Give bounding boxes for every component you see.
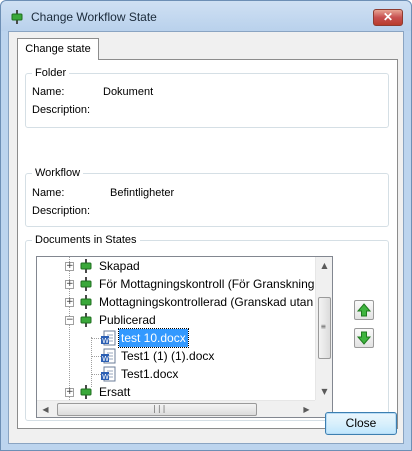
expand-icon[interactable]: +	[65, 280, 74, 289]
tree-item-document[interactable]: W Test1.docx	[37, 365, 315, 383]
tree-item-publicerad[interactable]: − Publicerad	[37, 311, 315, 329]
folder-name-label: Name:	[32, 86, 65, 98]
workflow-legend: Workflow	[32, 167, 84, 179]
dialog-client-area: Change state Folder Name: Dokument Descr…	[8, 31, 404, 444]
tree-item-label: Test1 (1) (1).docx	[121, 349, 215, 363]
tree-viewport: + Skapad + För Mottagningskontroll (För …	[37, 257, 315, 400]
expand-icon[interactable]: +	[65, 388, 74, 397]
scroll-left-icon[interactable]: ◀	[37, 401, 54, 417]
tree-item-label: Skapad	[99, 259, 140, 273]
folder-group: Folder Name: Dokument Description:	[25, 67, 389, 128]
state-icon	[80, 295, 92, 309]
tree-item-mottagningskontrollerad[interactable]: + Mottagningskontrollerad (Granskad utan…	[37, 293, 315, 311]
grip-icon: |||	[152, 404, 167, 413]
documents-legend: Documents in States	[32, 234, 140, 246]
tab-change-state[interactable]: Change state	[17, 38, 99, 60]
state-icon	[80, 385, 92, 399]
scroll-up-icon[interactable]: ▲	[316, 257, 332, 274]
arrow-up-icon	[356, 303, 372, 317]
expand-icon[interactable]: +	[65, 262, 74, 271]
tree-item-ersatt[interactable]: + Ersatt	[37, 383, 315, 400]
tab-page-change-state: Folder Name: Dokument Description: Workf…	[17, 59, 398, 429]
tree-item-label: Test1.docx	[121, 367, 179, 381]
workflow-state-icon	[11, 10, 23, 24]
collapse-icon[interactable]: −	[65, 316, 74, 325]
scroll-right-icon[interactable]: ▶	[298, 401, 315, 417]
expand-icon[interactable]: +	[65, 298, 74, 307]
tree-item-document[interactable]: W test 10.docx	[37, 328, 315, 348]
scroll-down-icon[interactable]: ▼	[316, 383, 332, 400]
tree-item-for-mottagningskontroll[interactable]: + För Mottagningskontroll (För Gransknin…	[37, 275, 315, 293]
window-title: Change Workflow State	[31, 10, 157, 24]
tree-item-label: test 10.docx	[118, 328, 189, 348]
title-bar[interactable]: Change Workflow State ✕	[1, 1, 411, 31]
svg-text:W: W	[102, 337, 109, 345]
state-icon	[80, 277, 92, 291]
tree-item-label: Ersatt	[99, 385, 131, 399]
documents-group: Documents in States + Skapad + För Motta…	[25, 234, 389, 421]
tree-item-skapad[interactable]: + Skapad	[37, 257, 315, 275]
workflow-name-value: Befintligheter	[110, 187, 175, 199]
states-tree-view[interactable]: + Skapad + För Mottagningskontroll (För …	[36, 256, 333, 418]
horizontal-scroll-thumb[interactable]: |||	[57, 403, 257, 416]
tree-item-document[interactable]: W Test1 (1) (1).docx	[37, 347, 315, 365]
folder-description-label: Description:	[32, 104, 91, 116]
workflow-group: Workflow Name: Befintligheter Descriptio…	[25, 167, 389, 227]
state-icon	[80, 313, 92, 327]
horizontal-scrollbar[interactable]: ◀ ||| ▶	[37, 400, 315, 417]
move-down-button[interactable]	[354, 328, 374, 348]
folder-legend: Folder	[32, 67, 70, 79]
svg-text:W: W	[102, 355, 109, 363]
state-icon	[80, 259, 92, 273]
folder-name-value: Dokument	[103, 86, 154, 98]
close-window-button[interactable]: ✕	[373, 9, 403, 26]
word-document-icon: W	[101, 348, 116, 364]
svg-text:W: W	[102, 373, 109, 381]
tree-item-label: Publicerad	[99, 313, 156, 327]
vertical-scroll-thumb[interactable]: ≡	[318, 297, 331, 359]
word-document-icon: W	[101, 330, 116, 346]
dialog-window: Change Workflow State ✕ Change state Fol…	[0, 0, 412, 451]
grip-icon: ≡	[321, 322, 326, 331]
workflow-description-label: Description:	[32, 205, 91, 217]
arrow-down-icon	[356, 331, 372, 345]
word-document-icon: W	[101, 366, 116, 382]
vertical-scrollbar[interactable]: ▲ ≡ ▼	[315, 257, 332, 400]
close-button[interactable]: Close	[325, 412, 397, 435]
move-up-button[interactable]	[354, 300, 374, 320]
workflow-name-label: Name:	[32, 187, 65, 199]
tree-item-label: Mottagningskontrollerad (Granskad utan a	[99, 295, 315, 309]
tree-item-label: För Mottagningskontroll (För Granskning …	[99, 277, 315, 291]
